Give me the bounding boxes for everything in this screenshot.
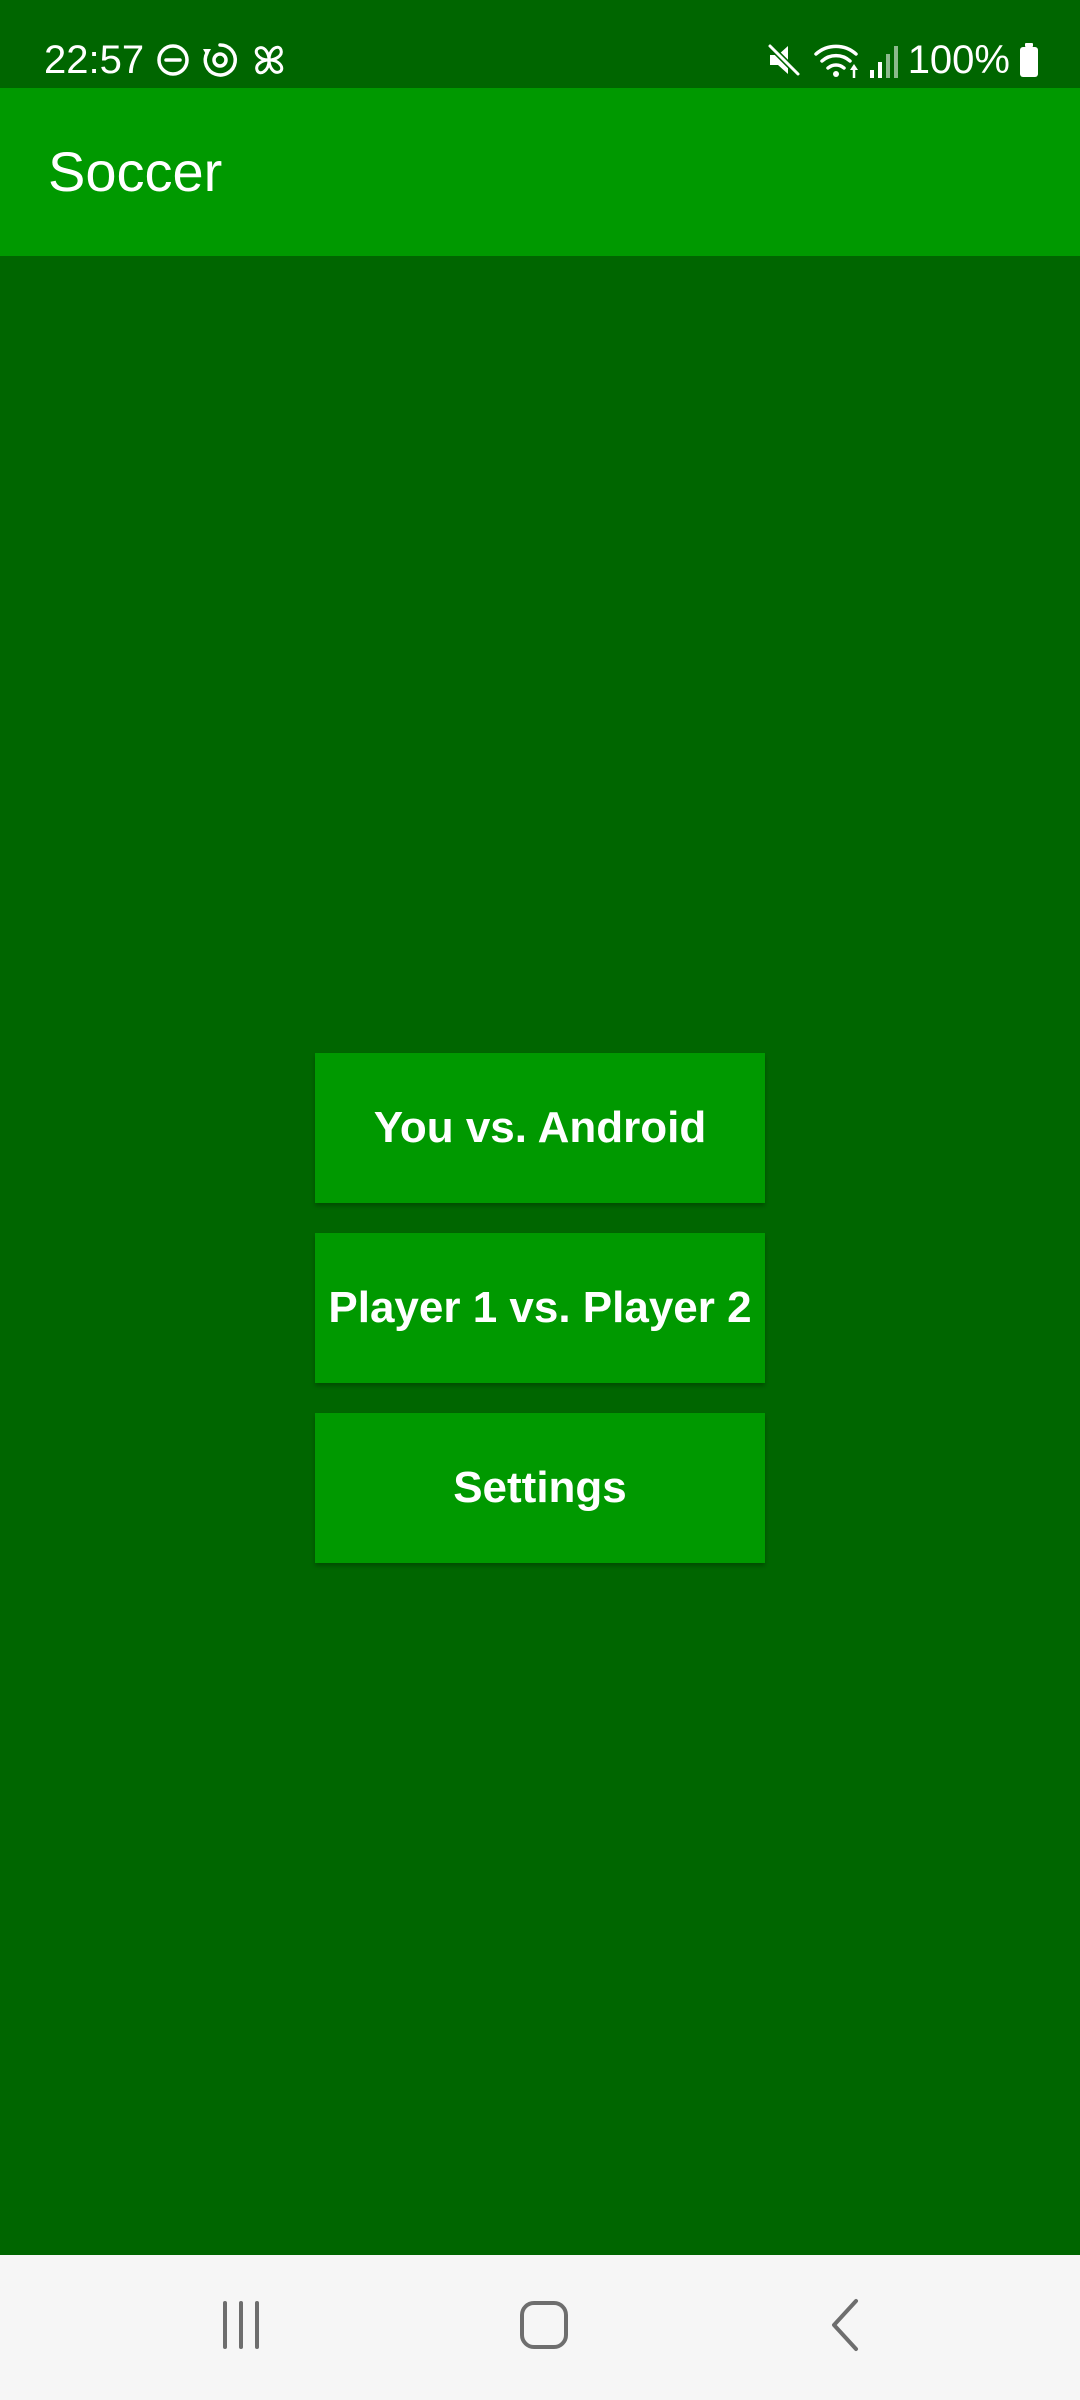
home-button[interactable]	[484, 2275, 604, 2375]
back-icon	[816, 2295, 876, 2355]
main-menu: You vs. Android Player 1 vs. Player 2 Se…	[0, 256, 1080, 2255]
you-vs-android-button[interactable]: You vs. Android	[315, 1053, 765, 1203]
home-icon	[514, 2295, 574, 2355]
settings-button[interactable]: Settings	[315, 1413, 765, 1563]
mute-icon	[764, 40, 804, 80]
status-system-icons: 100%	[764, 38, 1040, 82]
battery-percentage: 100%	[907, 38, 1010, 82]
recents-icon	[211, 2295, 271, 2355]
status-time: 22:57	[44, 38, 145, 82]
player-vs-player-button[interactable]: Player 1 vs. Player 2	[315, 1233, 765, 1383]
do-not-disturb-icon	[155, 42, 191, 78]
wifi-icon	[812, 40, 860, 80]
pinwheel-icon	[249, 40, 289, 80]
battery-icon	[1018, 42, 1040, 78]
status-bar: 22:57 100%	[0, 0, 1080, 88]
sync-icon	[201, 41, 239, 79]
app-bar: Soccer	[0, 88, 1080, 256]
status-notification-icons	[155, 40, 289, 80]
back-button[interactable]	[786, 2275, 906, 2375]
app-title: Soccer	[48, 140, 223, 203]
navigation-bar	[0, 2255, 1080, 2400]
signal-icon	[868, 40, 900, 80]
recents-button[interactable]	[181, 2275, 301, 2375]
